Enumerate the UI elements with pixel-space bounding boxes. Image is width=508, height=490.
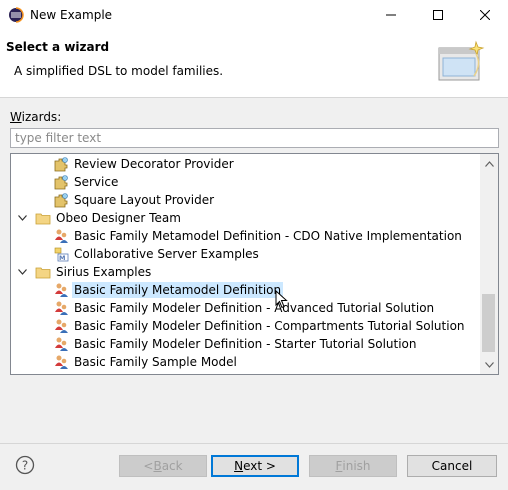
tree-item[interactable]: Basic Family Sample Model	[11, 353, 481, 371]
folder-icon	[35, 267, 51, 279]
chevron-down-icon[interactable]	[17, 213, 27, 223]
finish-button[interactable]: Finish	[309, 455, 397, 477]
tree-category-obeo-designer-team[interactable]: Obeo Designer Team	[11, 209, 481, 227]
wizard-banner: Select a wizard A simplified DSL to mode…	[0, 30, 508, 98]
help-icon[interactable]: ?	[15, 455, 35, 475]
tree-item-label: Basic Family Modeler Definition - Starte…	[74, 337, 417, 351]
plugin-icon	[54, 193, 68, 208]
scroll-thumb[interactable]	[482, 294, 495, 352]
plugin-icon	[54, 175, 68, 190]
close-button[interactable]	[462, 0, 508, 30]
window-title: New Example	[30, 8, 113, 22]
tree-item[interactable]: Basic Family Modeler Definition - Starte…	[11, 335, 481, 353]
wizards-label: Wizards:	[10, 110, 62, 124]
tree-item[interactable]: Square Layout Provider	[11, 191, 481, 209]
button-bar-separator	[0, 443, 508, 444]
back-button[interactable]: < Back	[119, 455, 207, 477]
tree-item-selected[interactable]: Basic Family Metamodel Definition	[11, 281, 481, 299]
tree-scrollbar[interactable]	[480, 154, 498, 374]
example-project-icon	[55, 319, 68, 333]
minimize-icon	[386, 14, 396, 16]
minimize-button[interactable]	[368, 0, 414, 30]
tree-item-label: Obeo Designer Team	[56, 211, 181, 225]
maximize-icon	[433, 10, 443, 20]
tree-item-label: Collaborative Server Examples	[74, 247, 259, 261]
maximize-button[interactable]	[415, 0, 461, 30]
tree-item-label: Sirius Examples	[56, 265, 152, 279]
folder-icon	[35, 213, 51, 225]
cancel-button[interactable]: Cancel	[407, 455, 497, 477]
wizard-tree[interactable]: Review Decorator Provider Service Square…	[10, 153, 499, 375]
example-project-icon	[55, 355, 68, 369]
tree-item[interactable]: Basic Family Metamodel Definition - CDO …	[11, 227, 481, 245]
tree-item-label: Basic Family Metamodel Definition - CDO …	[74, 229, 462, 243]
page-description: A simplified DSL to model families.	[14, 64, 224, 78]
chevron-down-icon	[484, 361, 494, 368]
tree-item-label: Basic Family Modeler Definition - Compar…	[74, 319, 465, 333]
tree-item[interactable]: Service	[11, 173, 481, 191]
svg-text:?: ?	[22, 459, 28, 473]
tree-item-label: Service	[74, 175, 119, 189]
tree-item-label: Basic Family Sample Model	[74, 355, 237, 369]
tree-item[interactable]: Basic Family Modeler Definition - Compar…	[11, 317, 481, 335]
tree-item-label: Square Layout Provider	[74, 193, 215, 207]
scroll-down-button[interactable]	[480, 356, 498, 373]
page-title: Select a wizard	[6, 40, 110, 54]
example-project-icon	[55, 337, 68, 351]
new-wizard-icon	[438, 40, 485, 81]
title-bar: New Example	[0, 0, 508, 30]
tree-item-label: Basic Family Metamodel Definition	[72, 282, 284, 298]
tree-item[interactable]: Review Decorator Provider	[11, 155, 481, 173]
tree-item-label: Review Decorator Provider	[74, 157, 234, 171]
eclipse-app-icon	[9, 7, 24, 23]
example-project-icon	[55, 229, 68, 243]
tree-item[interactable]: Basic Family Modeler Definition - Advanc…	[11, 299, 481, 317]
plugin-icon	[54, 157, 68, 172]
tree-item[interactable]: M Collaborative Server Examples	[11, 245, 481, 263]
example-project-icon	[55, 301, 68, 315]
next-button[interactable]: Next >	[211, 455, 299, 477]
example-project-icon	[55, 283, 68, 297]
tree-category-sirius-examples[interactable]: Sirius Examples	[11, 263, 481, 281]
filter-input[interactable]	[10, 128, 499, 148]
scroll-up-button[interactable]	[480, 155, 498, 172]
close-icon	[480, 10, 490, 20]
svg-text:M: M	[59, 254, 65, 262]
mouse-cursor-icon	[275, 290, 288, 309]
tree-item-label: Basic Family Modeler Definition - Advanc…	[74, 301, 435, 315]
chevron-down-icon[interactable]	[17, 267, 27, 277]
model-example-icon: M	[54, 247, 69, 262]
chevron-up-icon	[484, 160, 494, 167]
